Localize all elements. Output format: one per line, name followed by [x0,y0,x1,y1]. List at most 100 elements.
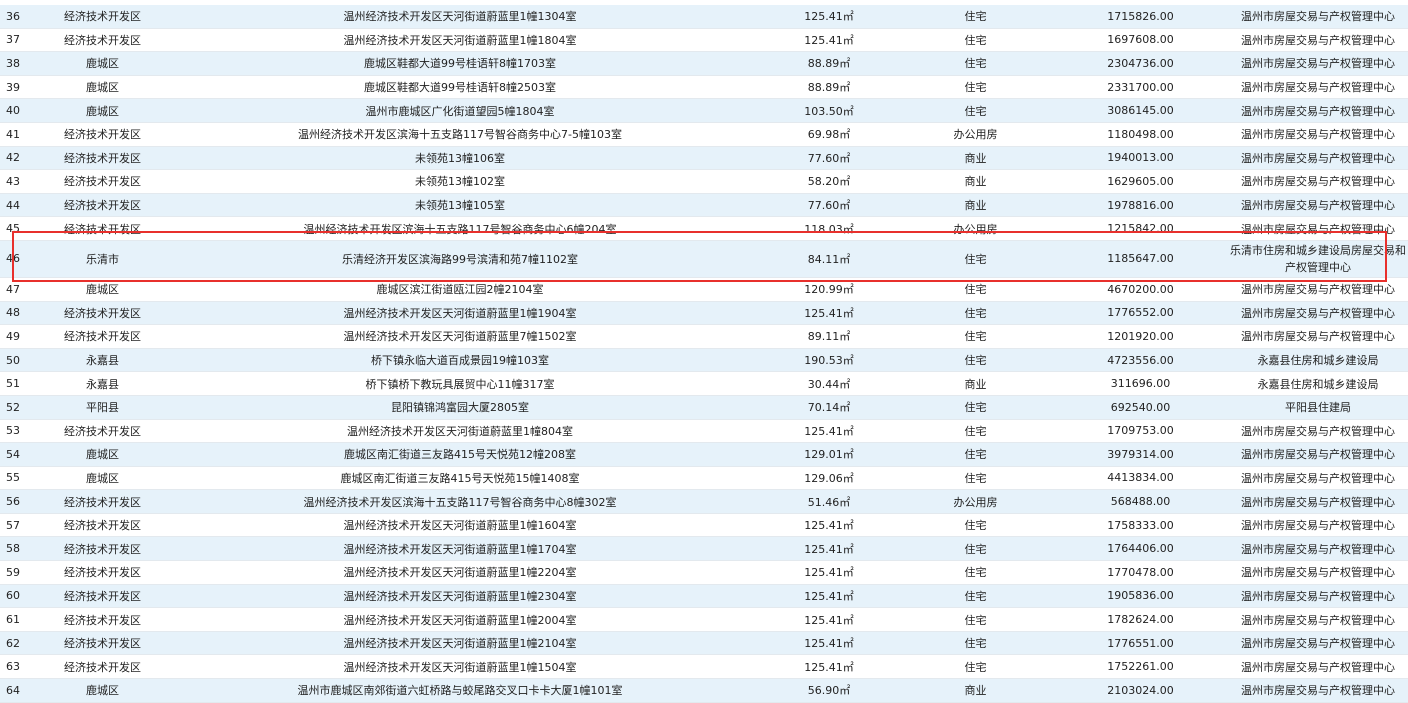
row-number: 39 [0,75,45,100]
address-cell: 桥下镇永临大道百成景园19幢103室 [160,348,760,373]
usage-cell: 住宅 [898,98,1053,123]
usage-cell: 住宅 [898,28,1053,53]
agency-cell: 温州市房屋交易与产权管理中心 [1228,122,1408,147]
address-cell: 温州市鹿城区南郊街道六虹桥路与蛟尾路交叉口卡卡大厦1幢101室 [160,678,760,703]
district-cell: 鹿城区 [45,51,160,76]
usage-cell: 住宅 [898,466,1053,491]
area-cell: 89.11㎡ [760,324,898,349]
district-cell: 经济技术开发区 [45,584,160,609]
price-cell: 2304736.00 [1053,51,1228,76]
usage-cell: 住宅 [898,277,1053,302]
district-cell: 鹿城区 [45,75,160,100]
usage-cell: 住宅 [898,240,1053,278]
table-row: 51 永嘉县 桥下镇桥下教玩具展贸中心11幢317室 30.44㎡ 商业 311696.0… [0,371,1408,396]
usage-cell: 住宅 [898,324,1053,349]
agency-cell: 温州市房屋交易与产权管理中心 [1228,5,1408,29]
agency-cell: 温州市房屋交易与产权管理中心 [1228,584,1408,609]
agency-cell: 温州市房屋交易与产权管理中心 [1228,466,1408,491]
area-cell: 69.98㎡ [760,122,898,147]
table-row: 63 经济技术开发区 温州经济技术开发区天河街道蔚蓝里1幢1504室 125.41㎡住… [0,654,1408,680]
address-cell: 未领苑13幢105室 [160,193,760,218]
agency-cell: 温州市房屋交易与产权管理中心 [1228,536,1408,562]
table-row: 64 鹿城区 温州市鹿城区南郊街道六虹桥路与蛟尾路交叉口卡卡大厦1幢101室 56.9… [0,678,1408,703]
area-cell: 125.41㎡ [760,301,898,326]
usage-cell: 住宅 [898,51,1053,76]
agency-cell: 温州市房屋交易与产权管理中心 [1228,277,1408,302]
table-row: 57 经济技术开发区 温州经济技术开发区天河街道蔚蓝里1幢1604室 125.41㎡住… [0,513,1408,538]
district-cell: 鹿城区 [45,98,160,123]
address-cell: 鹿城区鞋都大道99号桂语轩8幢2503室 [160,75,760,100]
area-cell: 125.41㎡ [760,536,898,562]
agency-cell: 平阳县住建局 [1228,395,1408,420]
district-cell: 经济技术开发区 [45,513,160,538]
table-row: 62 经济技术开发区 温州经济技术开发区天河街道蔚蓝里1幢2104室 125.41㎡住… [0,631,1408,656]
address-cell: 温州经济技术开发区天河街道蔚蓝里1幢1804室 [160,28,760,53]
price-cell: 568488.00 [1053,489,1228,514]
agency-cell: 温州市房屋交易与产权管理中心 [1228,146,1408,171]
row-number: 46 [0,240,45,278]
row-number: 49 [0,324,45,349]
table-row: 43 经济技术开发区 未领苑13幢102室 58.20㎡ 商业 1629605.00 温州市… [0,169,1408,194]
usage-cell: 商业 [898,146,1053,171]
address-cell: 温州经济技术开发区天河街道蔚蓝里1幢1604室 [160,513,760,538]
address-cell: 温州经济技术开发区天河街道蔚蓝里7幢1502室 [160,324,760,349]
area-cell: 125.41㎡ [760,513,898,538]
area-cell: 125.41㎡ [760,5,898,29]
row-number: 52 [0,395,45,420]
usage-cell: 住宅 [898,442,1053,467]
district-cell: 经济技术开发区 [45,193,160,218]
district-cell: 经济技术开发区 [45,324,160,349]
table-body: 36 经济技术开发区 温州经济技术开发区天河街道蔚蓝里1幢1304室 125.41㎡住… [0,5,1408,703]
address-cell: 鹿城区南汇街道三友路415号天悦苑12幢208室 [160,442,760,467]
row-number: 50 [0,348,45,373]
row-number: 54 [0,442,45,467]
price-cell: 311696.00 [1053,371,1228,396]
area-cell: 190.53㎡ [760,348,898,373]
district-cell: 乐清市 [45,240,160,278]
address-cell: 温州经济技术开发区滨海十五支路117号智谷商务中心8幢302室 [160,489,760,514]
agency-cell: 温州市房屋交易与产权管理中心 [1228,216,1408,241]
price-cell: 1776551.00 [1053,631,1228,656]
table-row: 60 经济技术开发区 温州经济技术开发区天河街道蔚蓝里1幢2304室 125.41㎡住… [0,584,1408,609]
row-number: 56 [0,489,45,514]
usage-cell: 住宅 [898,419,1053,444]
area-cell: 88.89㎡ [760,51,898,76]
area-cell: 88.89㎡ [760,75,898,100]
table-row: 40 鹿城区 温州市鹿城区广化街道望园5幢1804室 103.50㎡ 住宅 3086145… [0,98,1408,123]
price-cell: 1185647.00 [1053,240,1228,278]
table-row: 61 经济技术开发区 温州经济技术开发区天河街道蔚蓝里1幢2004室 125.41㎡住… [0,607,1408,632]
area-cell: 77.60㎡ [760,146,898,171]
usage-cell: 住宅 [898,301,1053,326]
district-cell: 鹿城区 [45,678,160,703]
row-number: 38 [0,51,45,76]
address-cell: 温州经济技术开发区天河街道蔚蓝里1幢2104室 [160,631,760,656]
address-cell: 温州经济技术开发区天河街道蔚蓝里1幢1704室 [160,536,760,562]
usage-cell: 住宅 [898,348,1053,373]
usage-cell: 商业 [898,371,1053,396]
district-cell: 经济技术开发区 [45,631,160,656]
usage-cell: 办公用房 [898,216,1053,241]
table-row: 55 鹿城区 鹿城区南汇街道三友路415号天悦苑15幢1408室 129.06㎡ 住宅 4… [0,466,1408,491]
address-cell: 温州经济技术开发区天河街道蔚蓝里1幢2304室 [160,584,760,609]
price-cell: 4723556.00 [1053,348,1228,373]
agency-cell: 温州市房屋交易与产权管理中心 [1228,442,1408,467]
usage-cell: 住宅 [898,513,1053,538]
table-row: 46 乐清市 乐清经济开发区滨海路99号滨清和苑7幢1102室 84.11㎡ 住宅 118… [0,240,1408,278]
row-number: 47 [0,277,45,302]
price-cell: 2331700.00 [1053,75,1228,100]
row-number: 64 [0,678,45,703]
address-cell: 温州市鹿城区广化街道望园5幢1804室 [160,98,760,123]
table-row: 45 经济技术开发区 温州经济技术开发区滨海十五支路117号智谷商务中心6幢204室… [0,216,1408,241]
address-cell: 乐清经济开发区滨海路99号滨清和苑7幢1102室 [160,240,760,278]
address-cell: 温州经济技术开发区天河街道蔚蓝里1幢1304室 [160,5,760,29]
row-number: 60 [0,584,45,609]
price-cell: 4413834.00 [1053,466,1228,491]
district-cell: 经济技术开发区 [45,216,160,241]
agency-cell: 温州市房屋交易与产权管理中心 [1228,169,1408,194]
table-row: 50 永嘉县 桥下镇永临大道百成景园19幢103室 190.53㎡ 住宅 4723556.… [0,348,1408,373]
row-number: 58 [0,536,45,562]
district-cell: 经济技术开发区 [45,5,160,29]
agency-cell: 温州市房屋交易与产权管理中心 [1228,28,1408,53]
area-cell: 56.90㎡ [760,678,898,703]
area-cell: 125.41㎡ [760,28,898,53]
